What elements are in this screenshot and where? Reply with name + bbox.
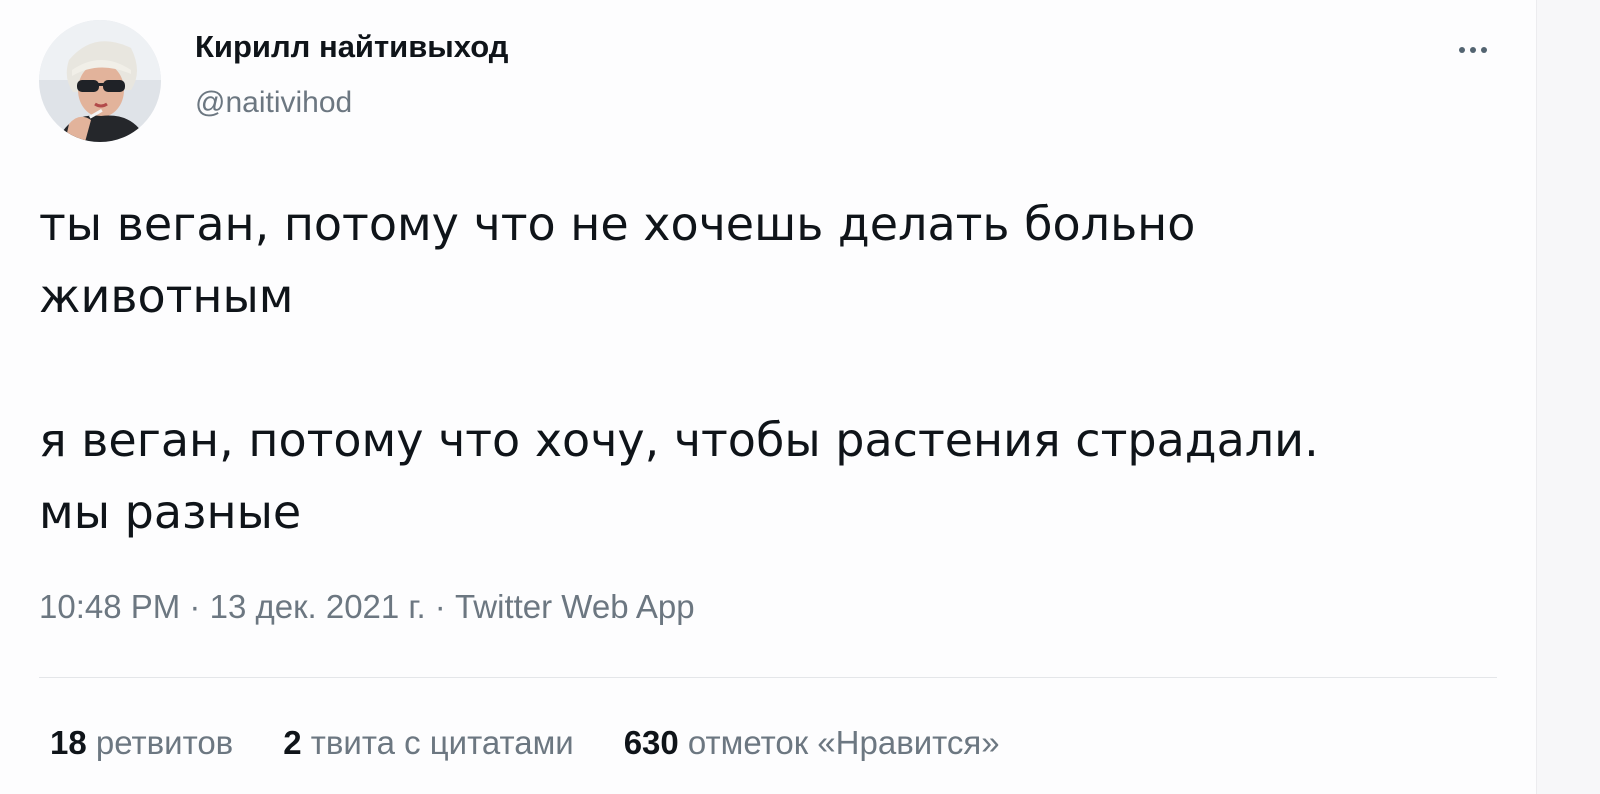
meta-separator: · xyxy=(189,588,201,625)
retweets-count: 18 xyxy=(50,724,87,761)
tweet-paragraph: ты веган, потому что не хочешь делать бо… xyxy=(39,197,1196,323)
more-horizontal-icon xyxy=(1481,47,1487,53)
likes-stat[interactable]: 630 отметок «Нравится» xyxy=(624,724,1000,762)
tweet-stats: 18 ретвитов 2 твита с цитатами 630 отмет… xyxy=(50,724,1000,762)
likes-label: отметок «Нравится» xyxy=(687,724,1000,761)
author-handle[interactable]: @naitivihod xyxy=(195,86,352,120)
more-horizontal-icon xyxy=(1470,47,1476,53)
more-options-button[interactable] xyxy=(1448,30,1498,70)
divider xyxy=(39,677,1497,678)
tweet-time[interactable]: 10:48 PM xyxy=(39,588,180,625)
quotes-stat[interactable]: 2 твита с цитатами xyxy=(283,724,573,762)
more-horizontal-icon xyxy=(1459,47,1465,53)
tweet-source[interactable]: Twitter Web App xyxy=(455,588,695,625)
tweet-page: Кирилл найтивыход @naitivihod ты веган, … xyxy=(0,0,1600,794)
retweets-label: ретвитов xyxy=(95,724,234,761)
tweet-paragraph: я веган, потому что хочу, чтобы растения… xyxy=(39,413,1319,539)
likes-count: 630 xyxy=(623,724,679,761)
meta-separator: · xyxy=(434,588,446,625)
retweets-stat[interactable]: 18 ретвитов xyxy=(50,724,233,762)
quotes-count: 2 xyxy=(283,724,302,761)
avatar[interactable] xyxy=(39,20,161,142)
tweet-meta: 10:48 PM · 13 дек. 2021 г. · Twitter Web… xyxy=(39,588,695,626)
tweet-text: ты веган, потому что не хочешь делать бо… xyxy=(39,188,1499,548)
tweet-date[interactable]: 13 дек. 2021 г. xyxy=(210,588,426,625)
quotes-label: твита с цитатами xyxy=(310,724,574,761)
avatar-image xyxy=(39,20,161,142)
sidebar-edge xyxy=(1536,0,1600,794)
author-display-name[interactable]: Кирилл найтивыход xyxy=(195,29,508,65)
